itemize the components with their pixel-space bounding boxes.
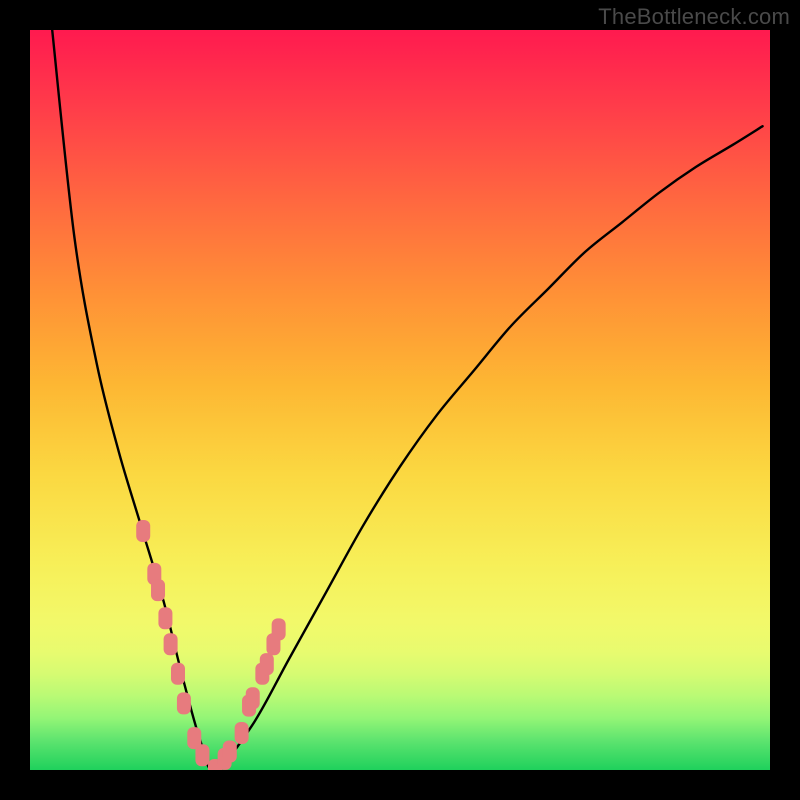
bottleneck-curve-svg bbox=[30, 30, 770, 770]
plot-area bbox=[30, 30, 770, 770]
marker bbox=[177, 692, 191, 714]
watermark-text: TheBottleneck.com bbox=[598, 4, 790, 30]
chart-frame: TheBottleneck.com bbox=[0, 0, 800, 800]
marker bbox=[136, 520, 150, 542]
marker bbox=[151, 579, 165, 601]
marker bbox=[246, 687, 260, 709]
marker bbox=[260, 653, 274, 675]
highlighted-points bbox=[136, 520, 285, 770]
marker bbox=[223, 741, 237, 763]
marker bbox=[171, 663, 185, 685]
marker bbox=[195, 744, 209, 766]
marker bbox=[164, 633, 178, 655]
marker bbox=[235, 722, 249, 744]
bottleneck-curve bbox=[52, 30, 762, 770]
marker bbox=[158, 607, 172, 629]
marker bbox=[272, 618, 286, 640]
